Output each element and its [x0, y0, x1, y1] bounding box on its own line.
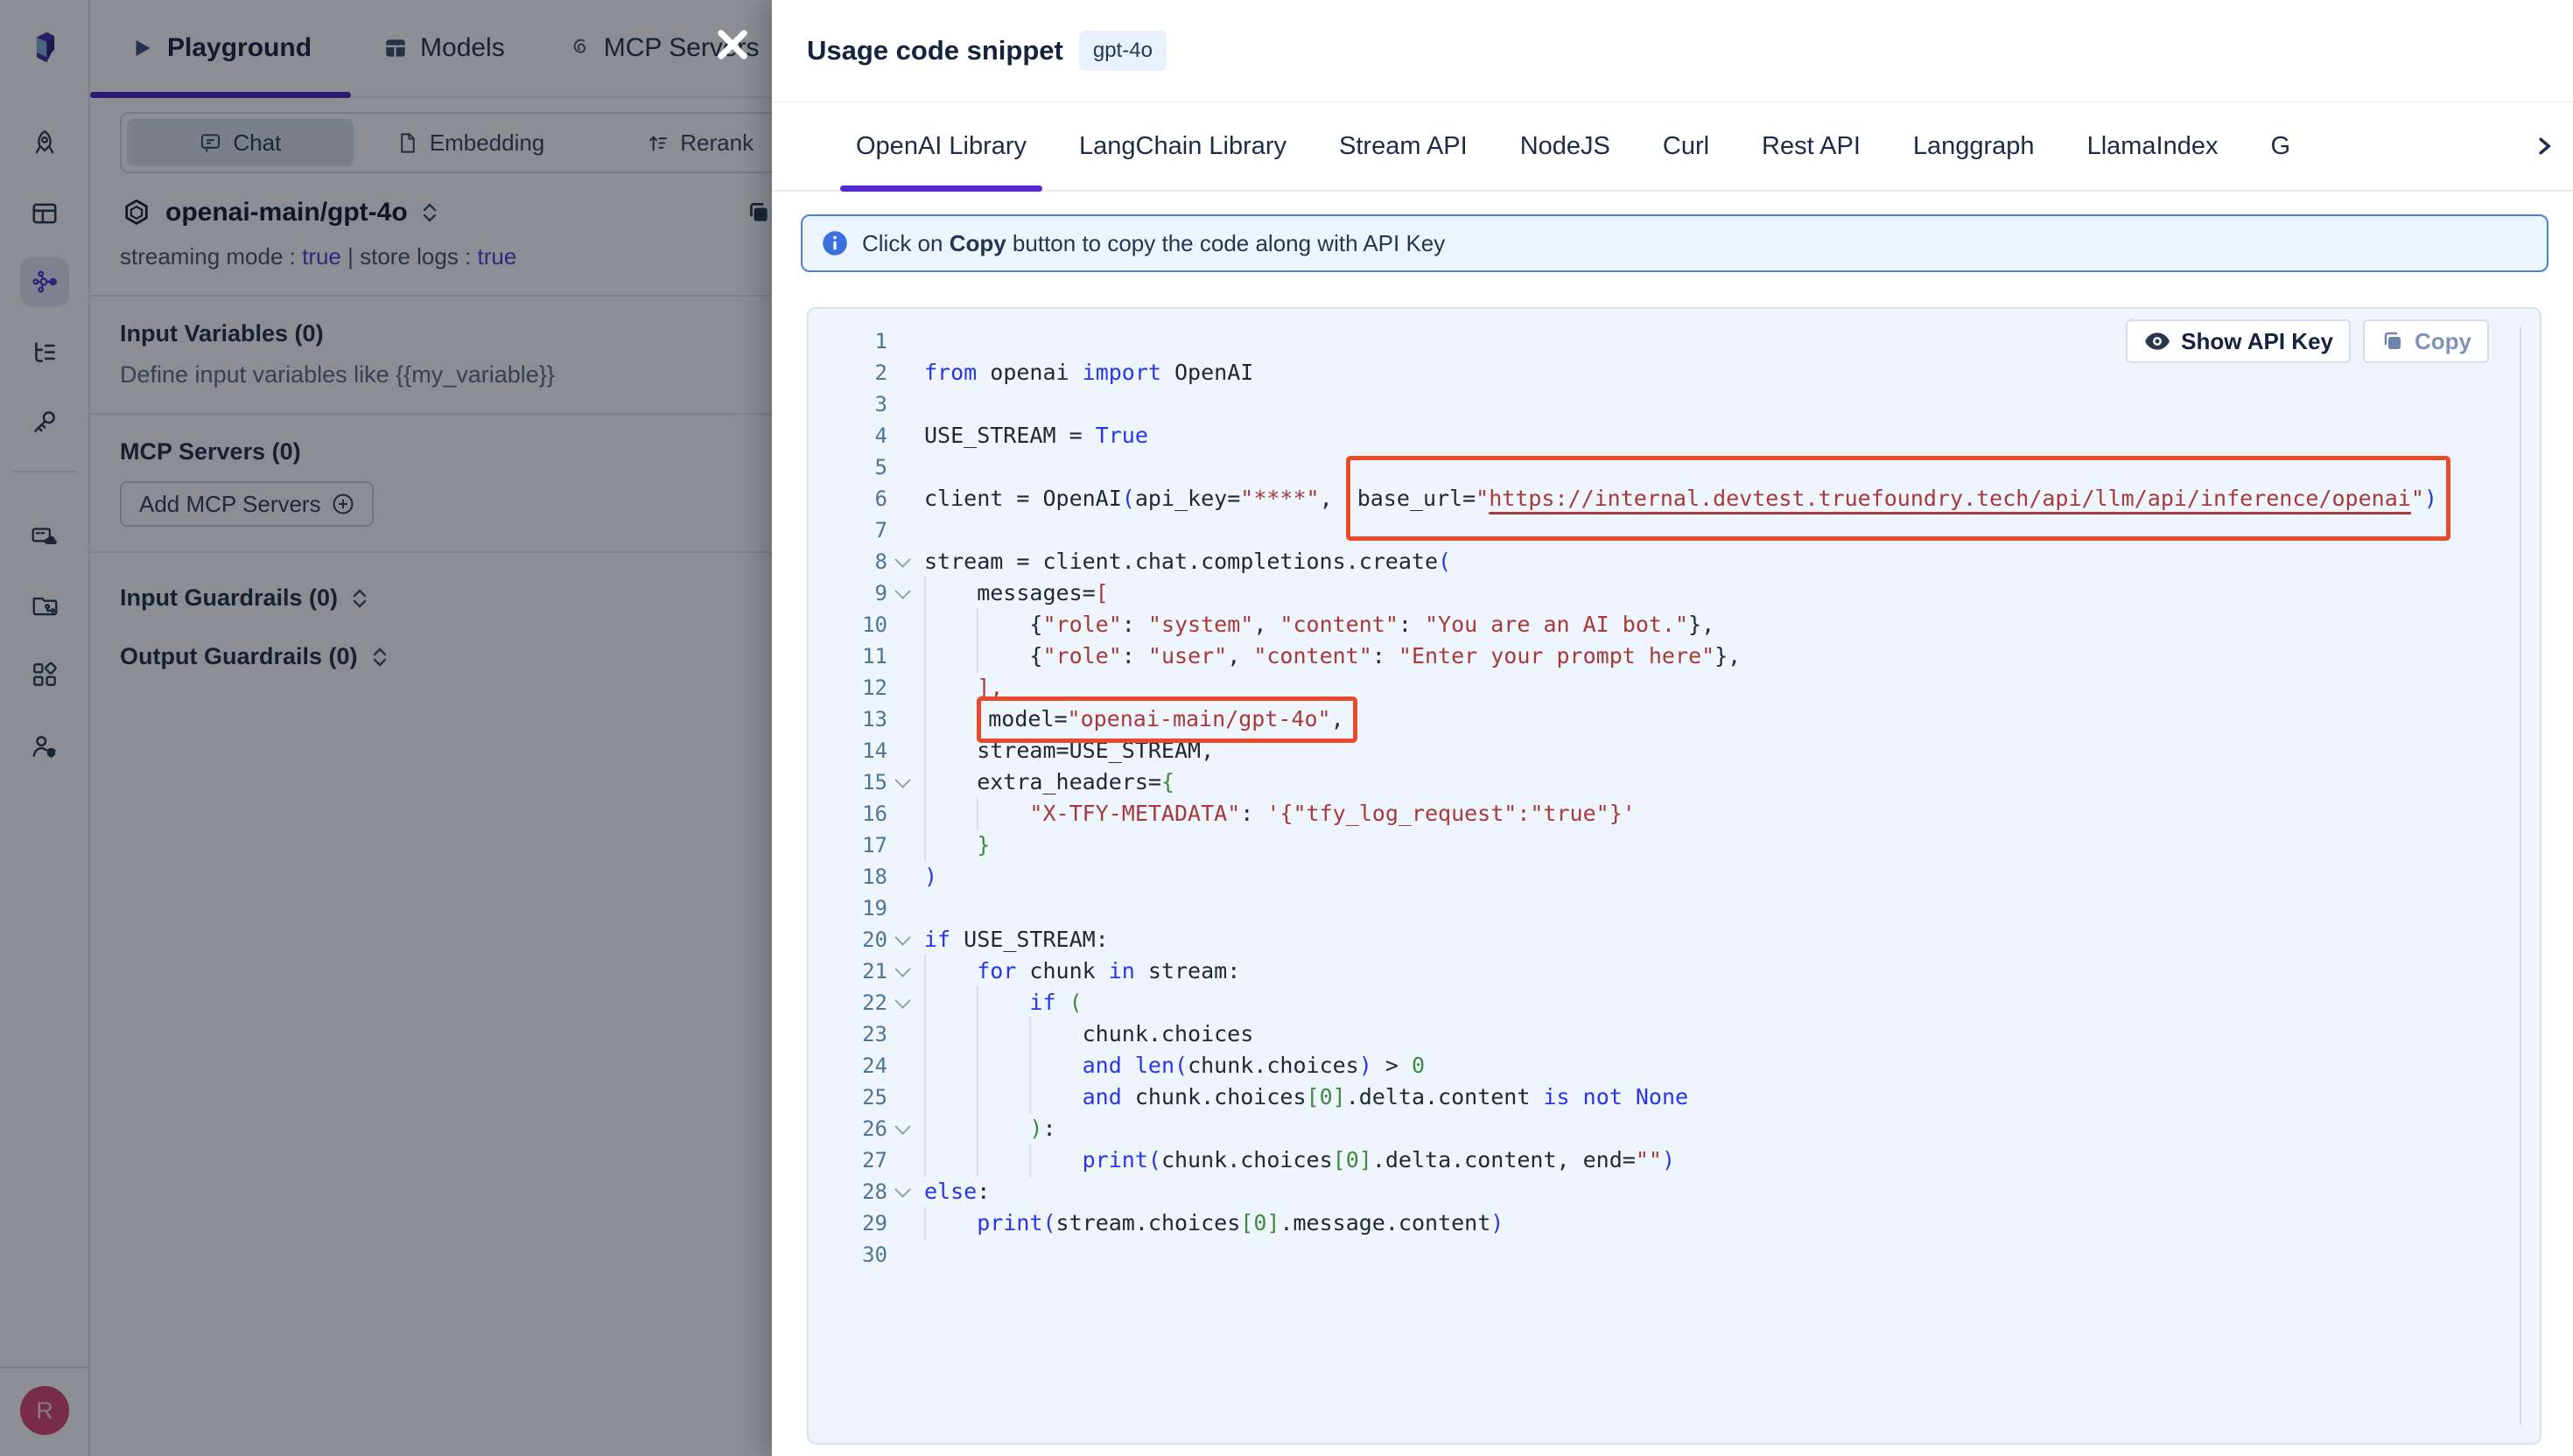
line-number: 14 [830, 738, 887, 763]
code-line: 10 {"role": "system", "content": "You ar… [830, 609, 2540, 640]
modal-title: Usage code snippet [807, 35, 1063, 66]
tab-langchain-library[interactable]: LangChain Library [1063, 102, 1302, 190]
active-tab-underline [840, 186, 1042, 192]
fold-chevron-icon[interactable] [887, 588, 917, 599]
line-number: 13 [830, 707, 887, 732]
line-number: 25 [830, 1085, 887, 1110]
line-number: 30 [830, 1242, 887, 1267]
line-number: 7 [830, 518, 887, 542]
tab-truncated[interactable]: G [2255, 102, 2307, 190]
code-lines: 12from openai import OpenAI34USE_STREAM … [809, 309, 2540, 1270]
line-number: 8 [830, 550, 887, 574]
fold-chevron-icon[interactable] [887, 998, 917, 1009]
line-number: 18 [830, 864, 887, 889]
code-line: 3 [830, 388, 2540, 420]
code-line: 13 model="openai-main/gpt-4o", [830, 704, 2540, 735]
line-number: 9 [830, 581, 887, 606]
copy-label: Copy [2415, 328, 2471, 355]
code-block: Show API Key Copy 12from openai import O… [807, 307, 2541, 1445]
code-line: 26 ): [830, 1113, 2540, 1144]
line-number: 10 [830, 612, 887, 637]
close-icon[interactable] [711, 23, 754, 66]
line-number: 3 [830, 392, 887, 416]
fold-chevron-icon[interactable] [887, 934, 917, 946]
tabs-scroll-right[interactable] [2533, 102, 2555, 190]
line-number: 16 [830, 802, 887, 826]
info-text: Click on Copy button to copy the code al… [862, 230, 1445, 257]
line-number: 6 [830, 486, 887, 511]
code-line: 24 and len(chunk.choices) > 0 [830, 1050, 2540, 1082]
code-line: 16 "X-TFY-METADATA": '{"tfy_log_request"… [830, 798, 2540, 830]
code-line: 25 and chunk.choices[0].delta.content is… [830, 1082, 2540, 1113]
code-line: 21 for chunk in stream: [830, 956, 2540, 987]
line-number: 4 [830, 424, 887, 448]
line-number: 19 [830, 896, 887, 920]
line-number: 24 [830, 1054, 887, 1078]
line-number: 22 [830, 990, 887, 1015]
code-line: 8stream = client.chat.completions.create… [830, 546, 2540, 578]
line-number: 23 [830, 1022, 887, 1046]
code-line: 15 extra_headers={ [830, 766, 2540, 798]
code-line: 29 print(stream.choices[0].message.conte… [830, 1208, 2540, 1239]
show-api-key-button[interactable]: Show API Key [2126, 319, 2351, 363]
line-number: 11 [830, 644, 887, 668]
line-number: 15 [830, 770, 887, 794]
line-number: 28 [830, 1180, 887, 1204]
tab-nodejs[interactable]: NodeJS [1504, 102, 1626, 190]
code-line: 23 chunk.choices [830, 1018, 2540, 1050]
code-line: 4USE_STREAM = True [830, 420, 2540, 452]
code-line: 9 messages=[ [830, 578, 2540, 609]
code-line: 19 [830, 892, 2540, 924]
annotation-box: base_url="https://internal.devtest.truef… [1346, 456, 2450, 541]
eye-icon [2143, 331, 2171, 352]
line-number: 27 [830, 1148, 887, 1172]
line-number: 12 [830, 676, 887, 700]
copy-icon [2380, 329, 2405, 354]
fold-chevron-icon[interactable] [887, 1186, 917, 1198]
code-line: 17 } [830, 830, 2540, 861]
line-number: 1 [830, 329, 887, 354]
code-line: 27 print(chunk.choices[0].delta.content,… [830, 1144, 2540, 1176]
line-number: 2 [830, 360, 887, 385]
line-number: 20 [830, 928, 887, 952]
code-line: 6client = OpenAI(api_key="****", base_ur… [830, 483, 2540, 514]
copy-button[interactable]: Copy [2363, 319, 2489, 363]
tab-llamaindex[interactable]: LlamaIndex [2072, 102, 2234, 190]
fold-chevron-icon[interactable] [887, 777, 917, 788]
line-number: 5 [830, 455, 887, 480]
app-root: R Playground Models MCP Servers Chat Emb… [0, 0, 2573, 1456]
line-number: 21 [830, 959, 887, 984]
chevron-right-icon [2533, 135, 2555, 158]
tab-langgraph[interactable]: Langgraph [1897, 102, 2051, 190]
code-line: 22 if ( [830, 987, 2540, 1018]
code-line: 20if USE_STREAM: [830, 924, 2540, 956]
info-banner: Click on Copy button to copy the code al… [801, 214, 2548, 272]
modal-header: Usage code snippet gpt-4o [772, 0, 2573, 102]
code-line: 11 {"role": "user", "content": "Enter yo… [830, 640, 2540, 672]
info-icon [822, 230, 848, 256]
tab-stream-api[interactable]: Stream API [1323, 102, 1483, 190]
modal-backdrop[interactable] [0, 0, 772, 1456]
fold-chevron-icon[interactable] [887, 1124, 917, 1135]
show-api-key-label: Show API Key [2181, 328, 2333, 355]
annotation-box: model="openai-main/gpt-4o", [977, 696, 1357, 743]
code-line: 30 [830, 1239, 2540, 1270]
tab-rest-api[interactable]: Rest API [1746, 102, 1876, 190]
tab-curl[interactable]: Curl [1647, 102, 1725, 190]
code-line: 28else: [830, 1176, 2540, 1208]
model-badge: gpt-4o [1079, 31, 1167, 71]
line-number: 17 [830, 833, 887, 858]
fold-chevron-icon[interactable] [887, 556, 917, 568]
fold-chevron-icon[interactable] [887, 966, 917, 977]
code-line: 18) [830, 861, 2540, 892]
tab-openai-library[interactable]: OpenAI Library [840, 102, 1042, 190]
line-number: 29 [830, 1211, 887, 1236]
code-scrollbar[interactable] [2520, 326, 2521, 1425]
usage-code-snippet-modal: Usage code snippet gpt-4o OpenAI Library… [772, 0, 2573, 1456]
line-number: 26 [830, 1116, 887, 1141]
library-tabs: OpenAI Library LangChain Library Stream … [772, 102, 2573, 192]
